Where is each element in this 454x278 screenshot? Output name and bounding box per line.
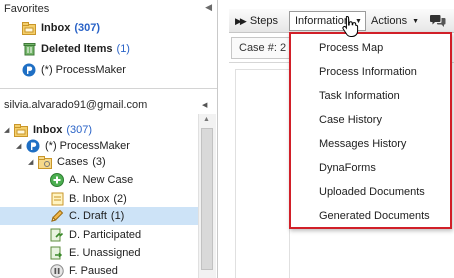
- expand-triangle-icon[interactable]: ◢: [4, 126, 14, 134]
- inbox-folder-icon: [14, 123, 28, 137]
- add-case-icon: [50, 173, 64, 187]
- inbox-folder-icon: [22, 21, 36, 35]
- favorites-item-label: Deleted Items: [41, 43, 113, 55]
- case-tab-label: Case #: 2: [239, 42, 287, 54]
- processmaker-icon: [22, 63, 36, 77]
- steps-label: Steps: [249, 15, 278, 27]
- paused-icon: [50, 264, 64, 278]
- scrollbar-thumb[interactable]: [201, 128, 213, 270]
- case-form-panel: [235, 69, 290, 278]
- menu-item-messages-history[interactable]: Messages History: [319, 134, 406, 154]
- expand-triangle-icon[interactable]: ◢: [28, 158, 38, 166]
- case-item-unassigned[interactable]: E. Unassigned: [50, 244, 141, 262]
- case-item-count: (1): [110, 210, 125, 222]
- vertical-scrollbar[interactable]: ▲: [198, 114, 216, 278]
- tree-item-cases[interactable]: ◢ Cases (3): [28, 153, 106, 171]
- information-dropdown-menu: Process Map Process Information Task Inf…: [289, 32, 452, 229]
- expand-triangle-icon[interactable]: ◢: [16, 142, 26, 150]
- menu-item-task-information[interactable]: Task Information: [319, 86, 400, 106]
- favorites-item-label: Inbox: [41, 22, 71, 34]
- case-item-label: B. Inbox: [69, 193, 110, 205]
- steps-play-icon: ▶▶: [235, 15, 247, 26]
- account-header[interactable]: silvia.alvarado91@gmail.com: [4, 96, 147, 114]
- favorites-header[interactable]: Favorites ◀: [0, 0, 217, 18]
- menu-item-case-history[interactable]: Case History: [319, 110, 382, 130]
- deleted-items-icon: [22, 42, 36, 56]
- inbox-case-icon: [50, 192, 64, 206]
- favorites-item-count: (307): [74, 22, 101, 34]
- case-tab[interactable]: Case #: 2: [231, 37, 291, 59]
- unassigned-icon: [50, 246, 64, 260]
- tree-item-label: (*) ProcessMaker: [45, 140, 130, 152]
- menu-item-process-information[interactable]: Process Information: [319, 62, 417, 82]
- menu-item-dynaforms[interactable]: DynaForms: [319, 158, 376, 178]
- menu-item-generated-documents[interactable]: Generated Documents: [319, 206, 430, 226]
- case-item-paused[interactable]: F. Paused: [50, 262, 118, 278]
- scroll-up-arrow-icon[interactable]: ▲: [203, 116, 210, 123]
- case-item-label: A. New Case: [69, 174, 134, 186]
- collapse-arrow-icon[interactable]: ◀: [205, 2, 212, 13]
- case-item-count: (2): [113, 193, 127, 205]
- case-item-label: D. Participated: [69, 229, 142, 241]
- processmaker-icon: [26, 139, 40, 153]
- chat-bubbles-icon: [430, 15, 446, 27]
- tree-item-label: Inbox: [33, 124, 63, 136]
- account-email: silvia.alvarado91@gmail.com: [4, 99, 148, 111]
- case-item-label: C. Draft: [69, 210, 107, 222]
- steps-button[interactable]: ▶▶ Steps: [235, 11, 278, 31]
- tree-item-label: Cases: [57, 156, 89, 168]
- favorites-item-processmaker[interactable]: (*) ProcessMaker: [22, 61, 126, 79]
- case-item-label: F. Paused: [69, 265, 118, 277]
- case-item-new[interactable]: A. New Case: [50, 171, 133, 189]
- favorites-item-inbox[interactable]: Inbox (307): [22, 19, 100, 37]
- menu-item-uploaded-documents[interactable]: Uploaded Documents: [319, 182, 425, 202]
- case-item-inbox[interactable]: B. Inbox (2): [50, 190, 127, 208]
- favorites-item-deleted[interactable]: Deleted Items (1): [22, 40, 130, 58]
- messages-button[interactable]: [430, 11, 446, 31]
- tree-item-count: (3): [92, 156, 106, 168]
- section-divider: [0, 88, 217, 89]
- favorites-item-label: (*) ProcessMaker: [41, 64, 126, 76]
- case-item-label: E. Unassigned: [69, 247, 141, 259]
- case-item-participated[interactable]: D. Participated: [50, 226, 141, 244]
- actions-label: Actions: [371, 15, 408, 27]
- case-item-draft[interactable]: C. Draft (1): [0, 207, 198, 225]
- hand-cursor-icon: [342, 15, 359, 37]
- collapse-arrow-icon[interactable]: ◀: [202, 101, 207, 109]
- menu-item-process-map[interactable]: Process Map: [319, 38, 383, 58]
- favorites-title: Favorites: [4, 3, 50, 15]
- favorites-item-count: (1): [116, 43, 130, 55]
- tree-item-count: (307): [66, 124, 93, 136]
- draft-pencil-icon: [50, 209, 64, 223]
- participated-icon: [50, 228, 64, 242]
- cases-folder-icon: [38, 155, 52, 169]
- dropdown-arrow-icon: ▼: [412, 17, 420, 25]
- actions-button[interactable]: Actions ▼: [371, 11, 419, 31]
- navigation-pane: Favorites ◀ Inbox (307) Deleted Items (1…: [0, 0, 218, 278]
